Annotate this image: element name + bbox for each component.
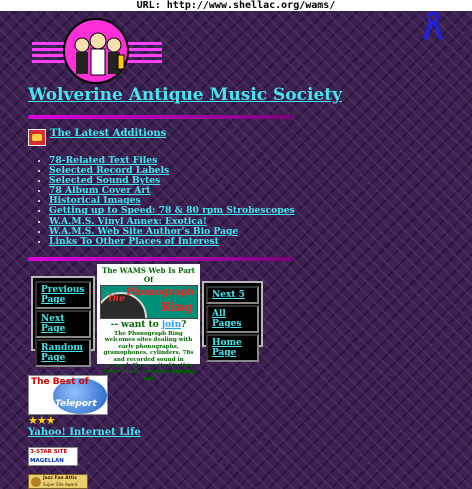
home-page-link[interactable]: Home Page <box>212 338 242 358</box>
random-page-link[interactable]: Random Page <box>41 343 83 363</box>
medal-icon <box>31 477 41 487</box>
next-5-link[interactable]: Next 5 <box>212 290 245 300</box>
yahoo-internet-life-link[interactable]: Yahoo! Internet Life <box>28 427 141 438</box>
join-link[interactable]: join <box>162 320 181 330</box>
topic-link[interactable]: Links To Other Places of Interest <box>49 236 219 247</box>
magellan-name: MAGELLAN <box>30 458 64 464</box>
latest-additions-link[interactable]: The Latest Additions <box>50 128 166 139</box>
divider <box>28 115 294 119</box>
jazz-award-title: Jazz Fan Attic <box>43 476 78 481</box>
divider <box>28 257 294 261</box>
next-page-link[interactable]: Next Page <box>41 314 65 334</box>
all-pages-link[interactable]: All Pages <box>212 309 241 329</box>
nav-cell: Next 5 <box>206 286 259 304</box>
page-title: Wolverine Antique Music Society <box>28 85 342 105</box>
webring-nav-right: Next 5 All Pages Home Page <box>202 281 263 362</box>
webring-nav-left: Previous Page Next Page Random Page <box>31 276 95 367</box>
wams-logo <box>32 18 162 84</box>
url-label: URL: <box>136 0 161 11</box>
jazz-award-subtitle: Super Site Award <box>43 482 78 487</box>
ring-phonograph-text: Phonograph <box>126 287 195 298</box>
new-icon <box>28 129 46 146</box>
nav-cell: Random Page <box>35 339 91 367</box>
best-of-text: The Best of <box>31 377 89 387</box>
best-of-teleport-award[interactable]: The Best of Teleport <box>28 375 108 415</box>
ring-ring-text: Ring <box>160 300 193 314</box>
jazz-fan-attic-award[interactable]: Jazz Fan Attic Super Site Award <box>28 474 88 489</box>
magellan-rating: 3-STAR SITE <box>30 449 68 455</box>
join-prefix: -- want to <box>110 320 162 330</box>
nav-cell: Home Page <box>206 334 259 362</box>
rating-stars-icon: ★★★ <box>28 414 56 427</box>
nav-cell: Previous Page <box>35 281 91 309</box>
blue-ribbon-icon <box>423 11 443 40</box>
join-suffix: ? <box>181 320 187 330</box>
teleport-text: Teleport <box>55 399 97 409</box>
webring-description: The Phonograph Ring welcomes sites deali… <box>103 331 194 382</box>
url-bar: URL: http://www.shellac.org/wams/ <box>0 0 472 11</box>
url-text: http://www.shellac.org/wams/ <box>166 0 336 11</box>
webring-header: The WAMS Web Is Part Of <box>102 266 195 284</box>
join-prompt: -- want to join? <box>97 320 200 330</box>
topic-link-list: 78-Related Text Files Selected Record La… <box>37 155 295 247</box>
nav-cell: All Pages <box>206 305 259 333</box>
list-item: Links To Other Places of Interest <box>49 236 295 247</box>
phonograph-ring-image[interactable]: the Phonograph Ring <box>99 285 198 319</box>
phonograph-ring-banner: The WAMS Web Is Part Of the Phonograph R… <box>97 264 200 382</box>
nav-cell: Next Page <box>35 310 91 338</box>
ring-the-text: the <box>108 294 125 304</box>
magellan-award[interactable]: 3-STAR SITE MAGELLAN <box>28 447 78 466</box>
previous-page-link[interactable]: Previous Page <box>41 285 85 305</box>
